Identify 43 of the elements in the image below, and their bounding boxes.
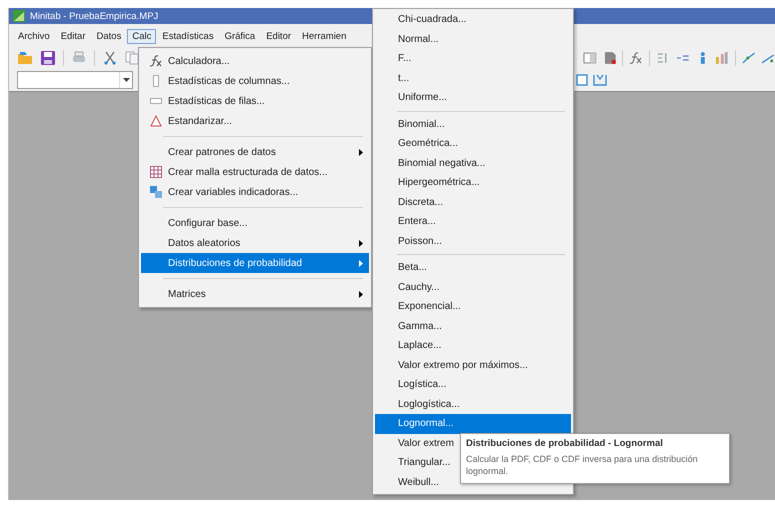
menu-item[interactable]: Entera... [375, 212, 571, 232]
menu-item[interactable]: Crear patrones de datos [141, 142, 369, 162]
menu-item[interactable]: Calc [127, 28, 156, 44]
window-title: Minitab - PruebaEmpirica.MPJ [30, 10, 158, 22]
menu-item[interactable]: Normal... [375, 30, 571, 49]
tooltip-text: Calcular la PDF, CDF o CDF inversa para una distribución lognormal. [466, 453, 699, 478]
menu-item[interactable]: Laplace... [375, 336, 571, 356]
menu-item[interactable]: Gamma... [375, 316, 571, 336]
menu-item[interactable]: Editor [261, 28, 296, 44]
menu-item[interactable]: Datos aleatorios [141, 233, 369, 253]
menu-item[interactable]: Logística... [375, 375, 571, 394]
menu-item[interactable]: Calculadora... [141, 51, 369, 71]
menu-item[interactable]: Cauchy... [375, 278, 571, 297]
menu-item[interactable]: Matrices [141, 284, 369, 304]
menu-item[interactable]: Gráfica [220, 28, 260, 44]
menu-item[interactable]: Binomial negativa... [375, 154, 571, 173]
menu-item[interactable]: Estadísticas de columnas... [141, 71, 369, 91]
menu-item[interactable]: Estadísticas de filas... [141, 91, 369, 111]
menu-item[interactable]: Poisson... [375, 232, 571, 251]
tooltip-title: Distribuciones de probabilidad - Lognormal [466, 438, 664, 449]
menu-item[interactable]: Discreta... [375, 192, 571, 212]
menu-item[interactable]: Loglogística... [375, 394, 571, 414]
menu-item[interactable]: Lognormal... [375, 414, 571, 434]
menu-item[interactable]: Uniforme... [375, 88, 571, 108]
menu-item[interactable]: Datos [92, 28, 126, 44]
menu-item[interactable]: Chi-cuadrada... [375, 10, 571, 30]
menu-item[interactable]: Hipergeométrica... [375, 173, 571, 192]
menu-item[interactable]: Configurar base... [141, 213, 369, 233]
menu-item[interactable]: Binomial... [375, 114, 571, 134]
menu-item[interactable]: Archivo [13, 28, 55, 44]
menu-item[interactable]: Estandarizar... [141, 111, 369, 131]
menu-item[interactable]: Distribuciones de probabilidad [141, 253, 369, 273]
menu-item[interactable]: Editar [56, 28, 91, 44]
menu-item[interactable]: Beta... [375, 258, 571, 278]
menu-item[interactable]: Exponencial... [375, 297, 571, 316]
menu-item[interactable]: Estadísticas [157, 28, 219, 44]
menu-item[interactable]: Geométrica... [375, 134, 571, 154]
menu-item[interactable]: Crear variables indicadoras... [141, 182, 369, 202]
menu-item[interactable]: Crear malla estructurada de datos... [141, 162, 369, 182]
menu-item[interactable]: F... [375, 49, 571, 68]
menu-item[interactable]: Herramien [297, 28, 352, 44]
menu-item[interactable]: t... [375, 68, 571, 88]
menu-item[interactable]: Valor extremo por máximos... [375, 356, 571, 375]
